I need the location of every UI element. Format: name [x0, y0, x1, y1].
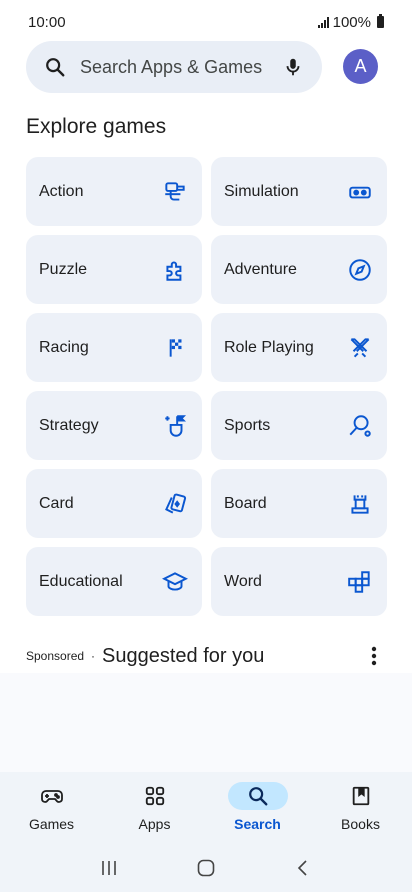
- battery-percent: 100%: [332, 13, 371, 31]
- section-title-explore: Explore games: [26, 115, 167, 138]
- cards-icon: [165, 493, 187, 514]
- puzzle-piece-icon: [166, 260, 182, 281]
- gamepad-icon: [22, 782, 82, 810]
- avatar[interactable]: A: [343, 49, 378, 84]
- category-label: Simulation: [224, 182, 299, 200]
- nav-item-games[interactable]: Games: [0, 772, 103, 844]
- search-bar[interactable]: Search Apps & Games: [26, 41, 322, 93]
- search-icon: [227, 782, 288, 810]
- compass-icon: [349, 258, 371, 281]
- graduation-cap-icon: [162, 571, 188, 591]
- chess-rook-icon: [351, 494, 369, 514]
- nav-item-books[interactable]: Books: [309, 772, 412, 844]
- word-blocks-icon: [348, 570, 370, 593]
- category-grid: Action Simulation Puzzle Adventure Racin…: [26, 157, 387, 616]
- category-tile-adventure[interactable]: Adventure: [211, 235, 387, 304]
- separator-dot: ·: [91, 649, 96, 663]
- suggested-title: Suggested for you: [102, 644, 265, 667]
- book-icon: [331, 782, 391, 810]
- category-tile-role-playing[interactable]: Role Playing: [211, 313, 387, 382]
- nav-label: Search: [234, 816, 281, 832]
- crossed-swords-icon: [350, 337, 370, 357]
- category-label: Puzzle: [39, 260, 88, 278]
- category-tile-strategy[interactable]: Strategy: [26, 391, 202, 460]
- category-tile-educational[interactable]: Educational: [26, 547, 202, 616]
- nav-label: Apps: [138, 816, 171, 832]
- category-tile-puzzle[interactable]: Puzzle: [26, 235, 202, 304]
- status-time: 10:00: [28, 13, 66, 31]
- signal-icon: [317, 16, 329, 28]
- status-indicators: 100%: [317, 13, 384, 31]
- search-input[interactable]: Search Apps & Games: [80, 57, 282, 78]
- battery-icon: [377, 14, 384, 28]
- recents-icon[interactable]: [99, 858, 119, 878]
- sponsored-label: Sponsored: [26, 649, 85, 663]
- checkered-flag-icon: [169, 338, 182, 357]
- nav-label: Books: [341, 816, 380, 832]
- system-navigation-bar: [0, 844, 412, 892]
- category-label: Adventure: [224, 260, 297, 278]
- racket-icon: [349, 414, 371, 437]
- back-icon[interactable]: [293, 858, 313, 878]
- nav-label: Games: [28, 816, 75, 832]
- microphone-icon[interactable]: [282, 56, 304, 78]
- search-icon: [46, 58, 65, 77]
- category-label: Word: [224, 572, 262, 590]
- more-options-icon[interactable]: [362, 644, 386, 668]
- category-tile-board[interactable]: Board: [211, 469, 387, 538]
- category-tile-action[interactable]: Action: [26, 157, 202, 226]
- category-label: Role Playing: [224, 338, 314, 356]
- category-label: Strategy: [39, 416, 99, 434]
- apps-grid-icon: [125, 782, 185, 810]
- nav-item-search[interactable]: Search: [206, 772, 309, 844]
- category-label: Educational: [39, 572, 123, 590]
- category-tile-simulation[interactable]: Simulation: [211, 157, 387, 226]
- status-bar: 10:00 100%: [0, 0, 412, 44]
- vr-headset-icon: [349, 186, 371, 198]
- category-label: Card: [39, 494, 74, 512]
- suggested-header: Sponsored · Suggested for you: [26, 644, 386, 668]
- category-tile-racing[interactable]: Racing: [26, 313, 202, 382]
- category-label: Board: [224, 494, 267, 512]
- category-label: Racing: [39, 338, 89, 356]
- category-tile-word[interactable]: Word: [211, 547, 387, 616]
- category-tile-card[interactable]: Card: [26, 469, 202, 538]
- action-icon: [165, 181, 185, 201]
- strategy-icon: [165, 414, 187, 437]
- nav-item-apps[interactable]: Apps: [103, 772, 206, 844]
- category-label: Sports: [224, 416, 271, 434]
- home-icon[interactable]: [196, 858, 216, 878]
- bottom-navigation: Games Apps Search Books: [0, 772, 412, 844]
- avatar-initial: A: [354, 56, 367, 76]
- category-label: Action: [39, 182, 84, 200]
- suggested-content-area: [0, 673, 412, 775]
- category-tile-sports[interactable]: Sports: [211, 391, 387, 460]
